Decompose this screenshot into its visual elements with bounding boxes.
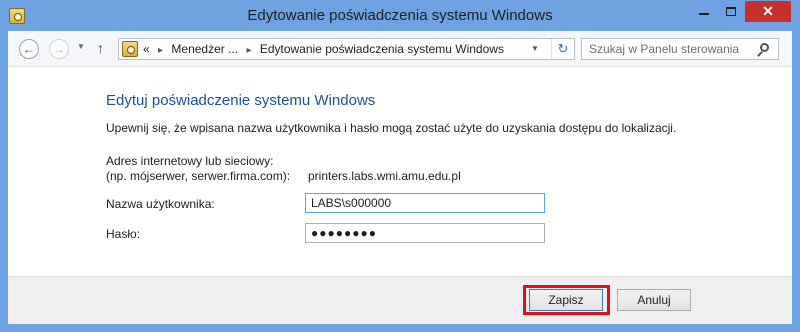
maximize-icon: [726, 7, 736, 17]
password-field[interactable]: ●●●●●●●●: [305, 223, 545, 243]
breadcrumb-item-edit-credential[interactable]: Edytowanie poświadczenia systemu Windows: [260, 42, 504, 56]
address-bar[interactable]: « ▸ Menedżer ... ▸ Edytowanie poświadcze…: [118, 38, 575, 60]
recent-locations-dropdown[interactable]: ▼: [77, 42, 85, 51]
network-address-value: printers.labs.wmi.amu.edu.pl: [308, 169, 461, 183]
navigation-bar: ← → ▼ ↑ « ▸ Menedżer ... ▸ Edytowanie po…: [8, 31, 792, 67]
forward-button[interactable]: →: [49, 39, 69, 59]
client-area: ← → ▼ ↑ « ▸ Menedżer ... ▸ Edytowanie po…: [8, 31, 792, 324]
back-button[interactable]: ←: [19, 39, 39, 59]
breadcrumb-item-credential-manager[interactable]: Menedżer ...: [171, 42, 238, 56]
username-label: Nazwa użytkownika:: [106, 197, 215, 211]
search-icon[interactable]: [760, 43, 769, 52]
instructions-text: Upewnij się, że wpisana nazwa użytkownik…: [106, 121, 677, 135]
window: Edytowanie poświadczenia systemu Windows…: [0, 0, 800, 332]
button-bar: Zapisz Anuluj: [8, 276, 792, 324]
breadcrumb-overflow[interactable]: «: [143, 42, 150, 56]
address-dropdown-button[interactable]: ▼: [531, 44, 539, 53]
search-box[interactable]: Szukaj w Panelu sterowania: [581, 38, 779, 60]
arrow-left-icon: ←: [23, 42, 35, 56]
minimize-button[interactable]: [691, 1, 717, 22]
close-button[interactable]: ✕: [745, 1, 791, 22]
minimize-icon: [699, 12, 709, 15]
refresh-button[interactable]: ↻: [551, 39, 574, 59]
breadcrumb: « ▸ Menedżer ... ▸ Edytowanie poświadcze…: [143, 42, 504, 56]
cancel-button[interactable]: Anuluj: [617, 289, 691, 311]
refresh-icon: ↻: [557, 41, 569, 56]
chevron-down-icon: ▼: [77, 42, 85, 51]
breadcrumb-separator-icon: ▸: [246, 45, 252, 56]
window-title: Edytowanie poświadczenia systemu Windows: [247, 7, 553, 24]
username-field[interactable]: LABS\s000000: [305, 193, 545, 213]
maximize-button[interactable]: [718, 1, 744, 22]
up-button[interactable]: ↑: [97, 40, 104, 56]
chevron-down-icon: ▼: [531, 44, 539, 53]
search-input[interactable]: Szukaj w Panelu sterowania: [589, 42, 739, 56]
network-address-label: Adres internetowy lub sieciowy: (np. mój…: [106, 154, 290, 184]
password-label: Hasło:: [106, 227, 141, 241]
title-bar[interactable]: Edytowanie poświadczenia systemu Windows…: [0, 0, 800, 32]
page-title: Edytuj poświadczenie systemu Windows: [106, 92, 376, 109]
network-address-label-line2: (np. mójserwer, serwer.firma.com):: [106, 169, 291, 183]
network-address-label-line1: Adres internetowy lub sieciowy:: [106, 154, 274, 168]
credential-manager-icon: [122, 41, 138, 57]
arrow-right-icon: →: [53, 42, 65, 56]
arrow-up-icon: ↑: [97, 40, 104, 56]
save-button[interactable]: Zapisz: [529, 289, 603, 311]
breadcrumb-separator-icon: ▸: [158, 45, 164, 56]
